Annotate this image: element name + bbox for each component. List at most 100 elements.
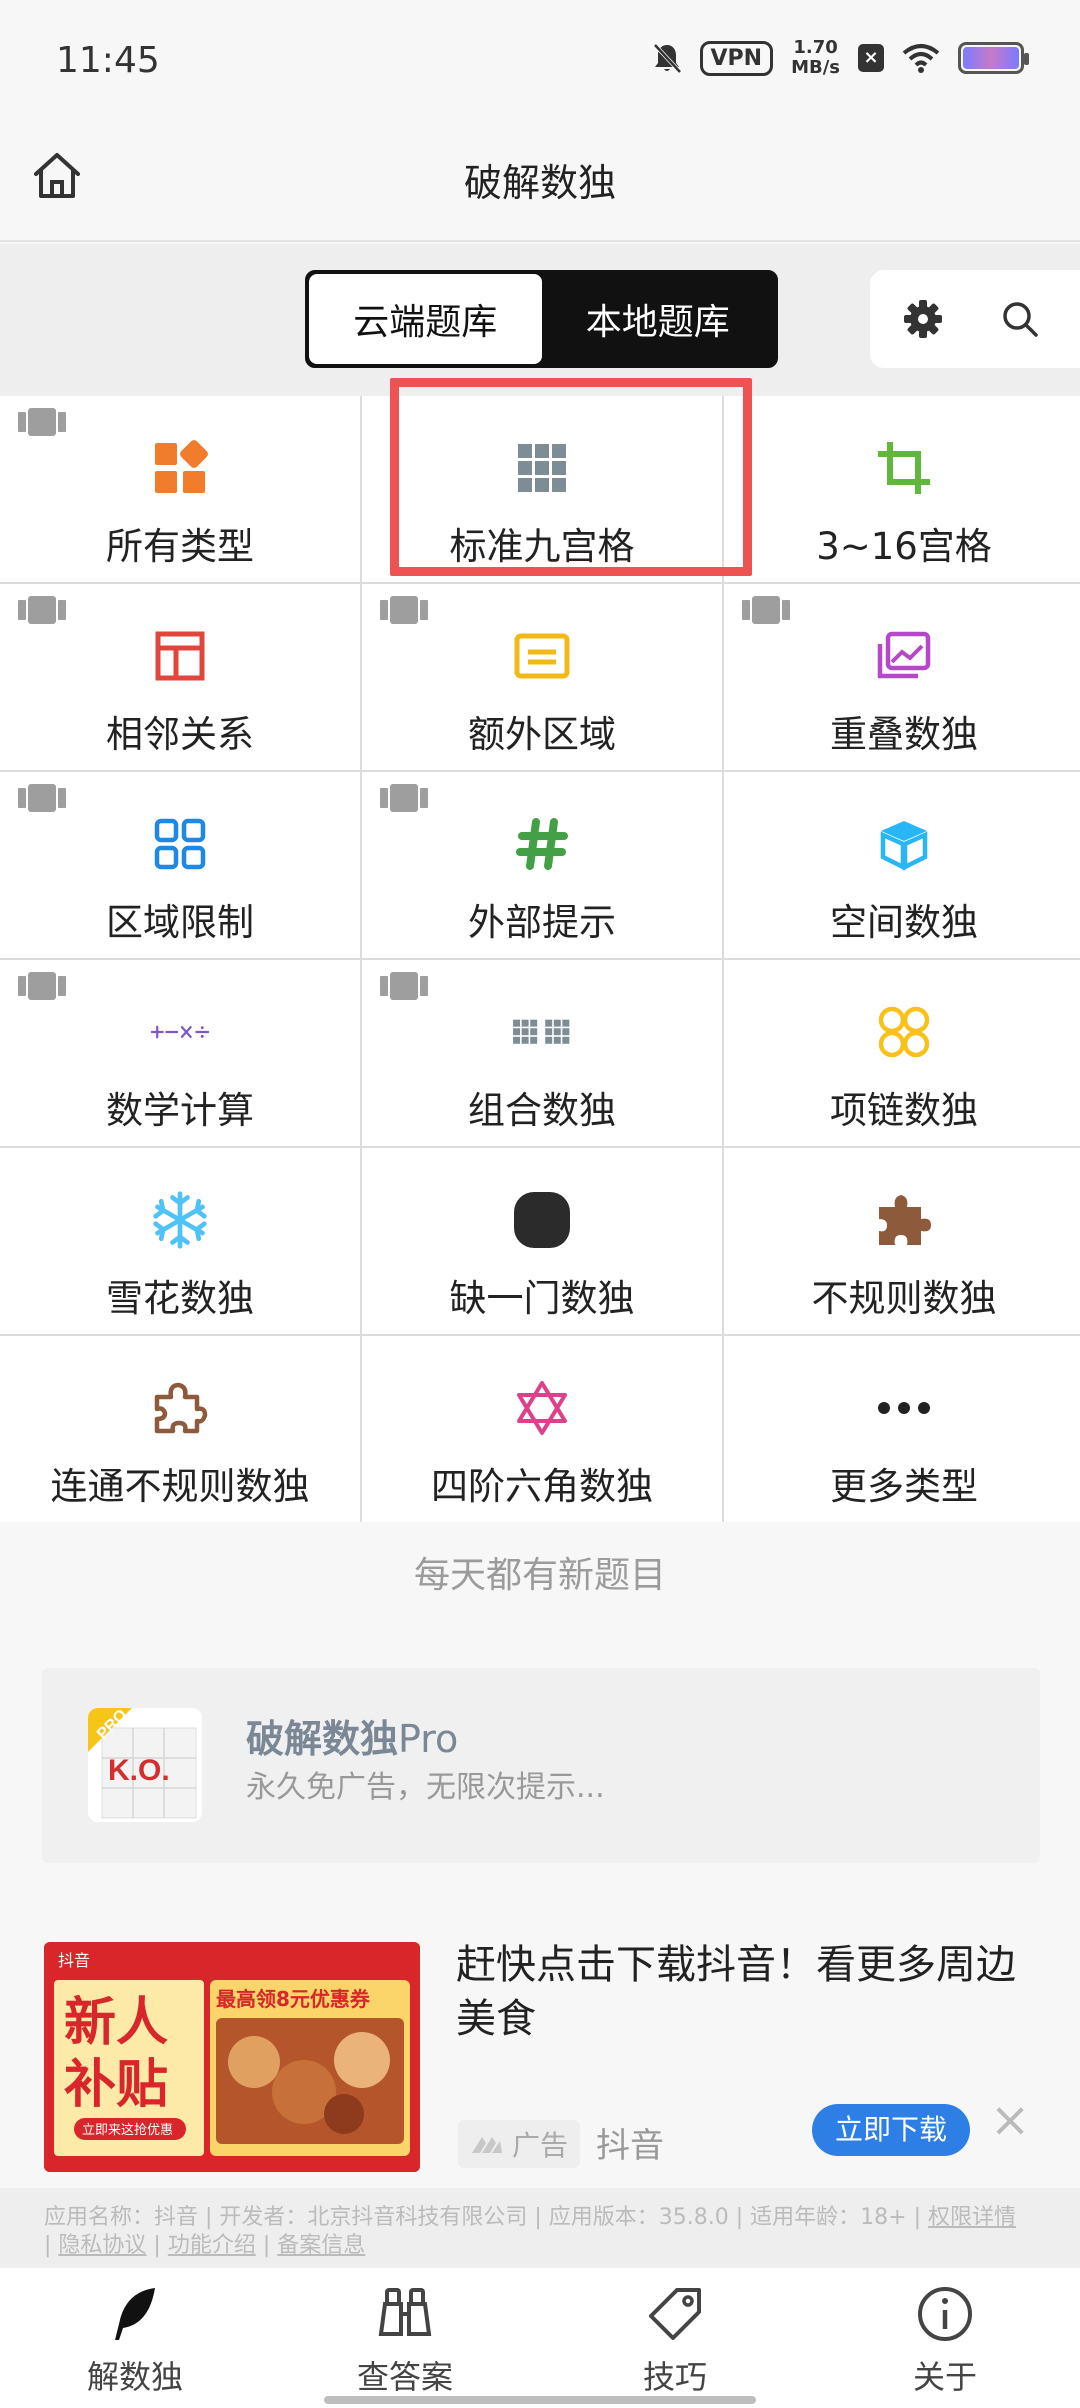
pro-logo: PRO K.O.	[88, 1708, 202, 1822]
layout-icon	[155, 631, 205, 681]
category-label: 所有类型	[106, 525, 254, 568]
tab-cloud-library[interactable]: 云端题库	[309, 274, 542, 364]
svg-text:新人: 新人	[64, 1993, 168, 2053]
category-label: 不规则数独	[811, 1277, 997, 1320]
nav-answers[interactable]: 查答案	[270, 2268, 540, 2408]
features-link[interactable]: 功能介绍	[168, 2233, 256, 2258]
hashtag-icon	[516, 818, 568, 870]
category-label: 相邻关系	[106, 713, 254, 756]
category-extra-region[interactable]: 额外区域	[362, 584, 722, 770]
svg-text:K.O.: K.O.	[108, 1754, 170, 1787]
svg-text:立即来这抢优惠: 立即来这抢优惠	[82, 2122, 173, 2138]
puzzle-outline-icon	[154, 1382, 208, 1434]
download-button[interactable]: 立即下载	[812, 2104, 970, 2156]
double-grid-icon	[513, 1019, 570, 1044]
svg-text:补贴: 补贴	[64, 2055, 168, 2115]
category-label: 重叠数独	[830, 713, 978, 756]
badge-icon	[380, 596, 428, 624]
category-irregular[interactable]: 不规则数独	[724, 1148, 1080, 1334]
search-icon[interactable]	[1000, 299, 1040, 339]
nav-tips[interactable]: 技巧	[540, 2268, 810, 2408]
svg-text:抖音: 抖音	[58, 1951, 90, 1970]
privacy-link[interactable]: 隐私协议	[58, 2233, 146, 2258]
category-label: 缺一门数独	[449, 1277, 635, 1320]
tab-local-library[interactable]: 本地题库	[541, 274, 774, 364]
ad-logo-icon	[472, 2137, 502, 2153]
nav-about[interactable]: 关于	[810, 2268, 1080, 2408]
title-bar: 破解数独	[0, 124, 1080, 242]
category-3-16-grid[interactable]: 3~16宫格	[724, 396, 1080, 582]
category-label: 连通不规则数独	[50, 1465, 310, 1508]
rounded-square-icon	[514, 1192, 570, 1248]
category-label: 空间数独	[830, 901, 978, 944]
nav-solve[interactable]: 解数独	[0, 2268, 270, 2408]
close-box-icon: ×	[858, 44, 884, 72]
home-indicator	[324, 2396, 756, 2404]
category-overlap[interactable]: 重叠数独	[724, 584, 1080, 770]
ad-brand: 抖音	[596, 2126, 664, 2166]
category-combined[interactable]: 组合数独	[362, 960, 722, 1146]
close-icon[interactable]: ×	[990, 2096, 1030, 2144]
category-region-limit[interactable]: 区域限制	[0, 772, 360, 958]
crop-icon	[878, 442, 930, 494]
tag-icon	[649, 2288, 701, 2340]
page-title: 破解数独	[463, 161, 616, 205]
filing-link[interactable]: 备案信息	[277, 2233, 365, 2258]
category-more-types[interactable]: 更多类型	[724, 1336, 1080, 1522]
ad-title[interactable]: 赶快点击下载抖音！看更多周边美食	[456, 1938, 1016, 2046]
category-connected-irregular[interactable]: 连通不规则数独	[0, 1336, 360, 1522]
category-adjacent[interactable]: 相邻关系	[0, 584, 360, 770]
category-outside-hint[interactable]: 外部提示	[362, 772, 722, 958]
cube-icon	[880, 821, 928, 871]
category-grid: 所有类型 标准九宫格 3~16宫格 相邻关系 额外区域 重叠数独 区域限制 外部…	[0, 396, 1080, 1522]
card-icon	[514, 633, 570, 679]
more-dots-icon	[878, 1402, 930, 1414]
ad-banner[interactable]: 抖音 新人 补贴 立即来这抢优惠 最高领8元优惠券 赶快点击下载抖音！看更多周边…	[0, 1920, 1080, 2188]
vpn-badge: VPN	[699, 40, 774, 76]
status-time: 11:45	[56, 40, 160, 81]
badge-icon	[18, 596, 66, 624]
category-space[interactable]: 空间数独	[724, 772, 1080, 958]
promo-title: 破解数独Pro	[246, 1717, 459, 1761]
ad-tag: 广告	[458, 2120, 581, 2168]
grid-3x3-icon	[518, 444, 566, 492]
category-label: 四阶六角数独	[431, 1465, 653, 1508]
category-math[interactable]: 数学计算	[0, 960, 360, 1146]
permissions-link[interactable]: 权限详情	[928, 2205, 1016, 2230]
category-standard-9x9[interactable]: 标准九宫格	[362, 396, 722, 582]
promo-subtitle: 永久免广告，无限次提示...	[246, 1770, 605, 1805]
category-missing-one[interactable]: 缺一门数独	[362, 1148, 722, 1334]
ad-image[interactable]: 抖音 新人 补贴 立即来这抢优惠 最高领8元优惠券	[44, 1942, 420, 2172]
status-bar: 11:45 VPN 1.70 MB/s ×	[0, 0, 1080, 124]
battery-icon	[958, 42, 1029, 74]
info-icon	[918, 2287, 972, 2341]
category-label: 标准九宫格	[449, 525, 635, 568]
badge-icon	[18, 784, 66, 812]
necklace-icon	[878, 1006, 930, 1058]
badge-icon	[18, 972, 66, 1000]
category-label: 组合数独	[468, 1089, 616, 1132]
category-label: 雪花数独	[106, 1277, 254, 1320]
category-hexagram[interactable]: 四阶六角数独	[362, 1336, 722, 1522]
category-snowflake[interactable]: 雪花数独	[0, 1148, 360, 1334]
category-label: 项链数独	[830, 1089, 978, 1132]
pro-promo-card[interactable]: PRO K.O. 破解数独Pro 永久免广告，无限次提示...	[42, 1668, 1040, 1863]
snowflake-icon	[153, 1191, 207, 1249]
network-speed: 1.70 MB/s	[791, 37, 840, 78]
category-all-types[interactable]: 所有类型	[0, 396, 360, 582]
photos-icon	[877, 631, 931, 679]
hexagram-icon	[517, 1381, 567, 1435]
gear-icon[interactable]	[902, 298, 944, 340]
badge-icon	[742, 596, 790, 624]
feather-icon	[115, 2288, 155, 2340]
badge-icon	[380, 784, 428, 812]
library-switch: 云端题库 本地题库	[305, 270, 778, 368]
category-necklace[interactable]: 项链数独	[724, 960, 1080, 1146]
four-shapes-icon	[155, 440, 208, 493]
daily-notice: 每天都有新题目	[413, 1555, 666, 1596]
wifi-icon	[902, 44, 940, 73]
badge-icon	[380, 972, 428, 1000]
svg-text:最高领8元优惠券: 最高领8元优惠券	[216, 1987, 371, 2011]
mute-bell-icon	[653, 43, 681, 74]
tabs-row: 云端题库 本地题库	[0, 244, 1080, 396]
